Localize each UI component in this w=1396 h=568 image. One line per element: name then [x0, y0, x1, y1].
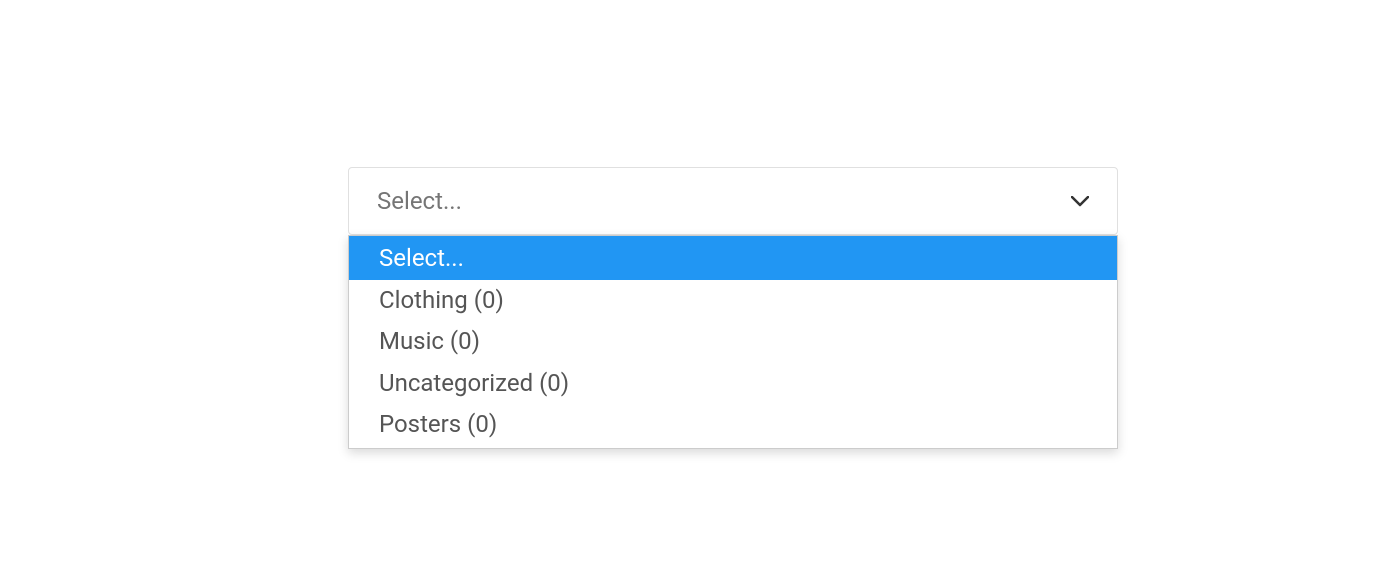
dropdown-option-music[interactable]: Music (0) [349, 321, 1117, 363]
dropdown-option-posters[interactable]: Posters (0) [349, 404, 1117, 448]
dropdown-option-placeholder[interactable]: Select... [349, 236, 1117, 280]
chevron-down-icon [1071, 192, 1089, 210]
category-select-wrapper: Select... Select... Clothing (0) Music (… [348, 167, 1118, 449]
category-select[interactable]: Select... [348, 167, 1118, 235]
dropdown-option-clothing[interactable]: Clothing (0) [349, 280, 1117, 322]
dropdown-option-uncategorized[interactable]: Uncategorized (0) [349, 363, 1117, 405]
category-dropdown: Select... Clothing (0) Music (0) Uncateg… [348, 235, 1118, 449]
select-placeholder: Select... [377, 187, 462, 215]
